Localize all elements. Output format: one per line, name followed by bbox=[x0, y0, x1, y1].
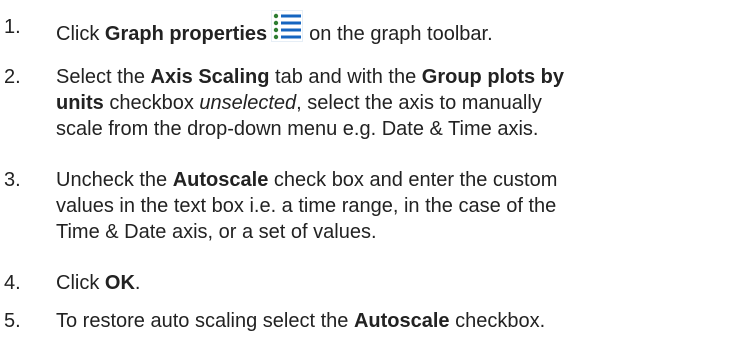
step-text-line: Click Graph properties on the graph toolb… bbox=[56, 10, 721, 45]
text-segment: . bbox=[134, 272, 141, 294]
step-text-line: Click OK. bbox=[56, 270, 721, 296]
instruction-steps: 1. Click Graph properties on the graph too… bbox=[0, 0, 731, 341]
step-text-line: values in the text box i.e. a time range… bbox=[56, 193, 721, 219]
text-segment: Uncheck the bbox=[56, 169, 173, 191]
text-segment: on the graph toolbar. bbox=[309, 23, 493, 45]
text-segment: Select the bbox=[56, 66, 151, 88]
step-text-line: Uncheck the Autoscale check box and ente… bbox=[56, 167, 721, 193]
step-text: To restore auto scaling select the Autos… bbox=[56, 308, 721, 334]
text-segment: To restore auto scaling select the bbox=[56, 310, 354, 332]
text-segment: checkbox bbox=[103, 92, 200, 114]
step-text: Click Graph properties on the graph toolb… bbox=[56, 10, 721, 45]
bold-term: OK bbox=[104, 272, 135, 294]
text-segment: values in the text box i.e. a time range… bbox=[56, 195, 557, 217]
bold-term: Autoscale bbox=[353, 310, 450, 332]
text-segment: Time & Date axis, or a set of values. bbox=[56, 221, 377, 243]
step-number: 4. bbox=[4, 272, 21, 294]
step-text-line: scale from the drop-down menu e.g. Date … bbox=[56, 116, 721, 142]
step-number: 1. bbox=[4, 16, 21, 38]
text-segment: , select the axis to manually bbox=[296, 92, 542, 114]
bold-term: units bbox=[56, 92, 104, 114]
text-segment: scale from the drop-down menu e.g. Date … bbox=[56, 118, 539, 140]
bold-term: Axis Scaling bbox=[150, 66, 270, 88]
step-number: 3. bbox=[4, 169, 21, 191]
graph-properties-icon bbox=[271, 10, 304, 42]
step-text: Uncheck the Autoscale check box and ente… bbox=[56, 167, 721, 245]
text-segment: Click bbox=[56, 23, 105, 45]
bold-term: Group plots by bbox=[421, 66, 564, 88]
italic-term: unselected bbox=[199, 92, 297, 114]
step-text-line: units checkbox unselected, select the ax… bbox=[56, 90, 721, 116]
text-segment: check box and enter the custom bbox=[268, 169, 558, 191]
step-text: Select the Axis Scaling tab and with the… bbox=[56, 64, 721, 142]
text-segment: Click bbox=[56, 272, 105, 294]
text-segment: checkbox. bbox=[449, 310, 546, 332]
step-number: 5. bbox=[4, 310, 21, 332]
step-number: 2. bbox=[4, 66, 21, 88]
bold-term: Graph properties bbox=[104, 23, 268, 45]
step-text-line: Select the Axis Scaling tab and with the… bbox=[56, 64, 721, 90]
step-text-line: To restore auto scaling select the Autos… bbox=[56, 308, 721, 334]
step-text: Click OK. bbox=[56, 270, 721, 296]
bold-term: Autoscale bbox=[172, 169, 269, 191]
text-segment: tab and with the bbox=[269, 66, 422, 88]
step-text-line: Time & Date axis, or a set of values. bbox=[56, 219, 721, 245]
